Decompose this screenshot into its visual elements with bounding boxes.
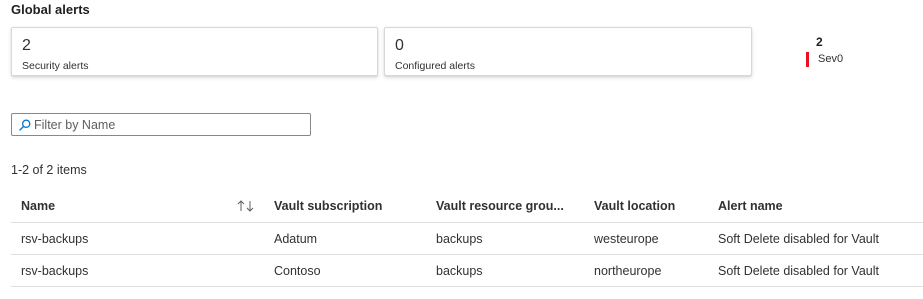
configured-alerts-card[interactable]: 0 Configured alerts xyxy=(384,27,752,76)
table-header: Name Vault subscription Vault resource g… xyxy=(11,189,923,223)
column-header-vault-resource-group[interactable]: Vault resource grou... xyxy=(436,189,576,222)
cell-alert-name: Soft Delete disabled for Vault xyxy=(718,231,879,246)
cell-vault-subscription: Adatum xyxy=(274,231,318,246)
items-count: 1-2 of 2 items xyxy=(11,163,87,177)
severity-count: 2 xyxy=(816,35,823,49)
cell-vault-resource-group: backups xyxy=(436,231,483,246)
filter-by-name-input[interactable] xyxy=(34,116,304,133)
sort-icon[interactable] xyxy=(237,189,261,222)
configured-alerts-label: Configured alerts xyxy=(395,60,475,72)
alerts-table: Name Vault subscription Vault resource g… xyxy=(11,189,923,287)
cell-vault-resource-group: backups xyxy=(436,263,483,278)
column-header-vault-subscription[interactable]: Vault subscription xyxy=(274,189,424,222)
global-alerts-page: Global alerts 2 Security alerts 0 Config… xyxy=(0,0,923,299)
column-header-name[interactable]: Name xyxy=(21,189,221,222)
column-header-vault-location[interactable]: Vault location xyxy=(594,189,704,222)
table-row[interactable]: rsv-backups Contoso backups northeurope … xyxy=(11,255,923,287)
severity-color-bar xyxy=(806,52,809,67)
security-alerts-count: 2 xyxy=(22,37,31,54)
configured-alerts-count: 0 xyxy=(395,37,404,54)
cell-alert-name: Soft Delete disabled for Vault xyxy=(718,263,879,278)
column-header-alert-name[interactable]: Alert name xyxy=(718,189,923,222)
section-title: Global alerts xyxy=(11,2,90,17)
filter-box[interactable] xyxy=(11,113,311,136)
cell-vault-location: westeurope xyxy=(594,231,659,246)
severity-label: Sev0 xyxy=(818,53,844,65)
table-row[interactable]: rsv-backups Adatum backups westeurope So… xyxy=(11,223,923,255)
cell-name: rsv-backups xyxy=(21,231,89,246)
security-alerts-card[interactable]: 2 Security alerts xyxy=(11,27,378,76)
search-icon xyxy=(19,119,31,131)
cell-vault-location: northeurope xyxy=(594,263,662,278)
cell-name: rsv-backups xyxy=(21,263,89,278)
security-alerts-label: Security alerts xyxy=(22,60,89,72)
cell-vault-subscription: Contoso xyxy=(274,263,321,278)
